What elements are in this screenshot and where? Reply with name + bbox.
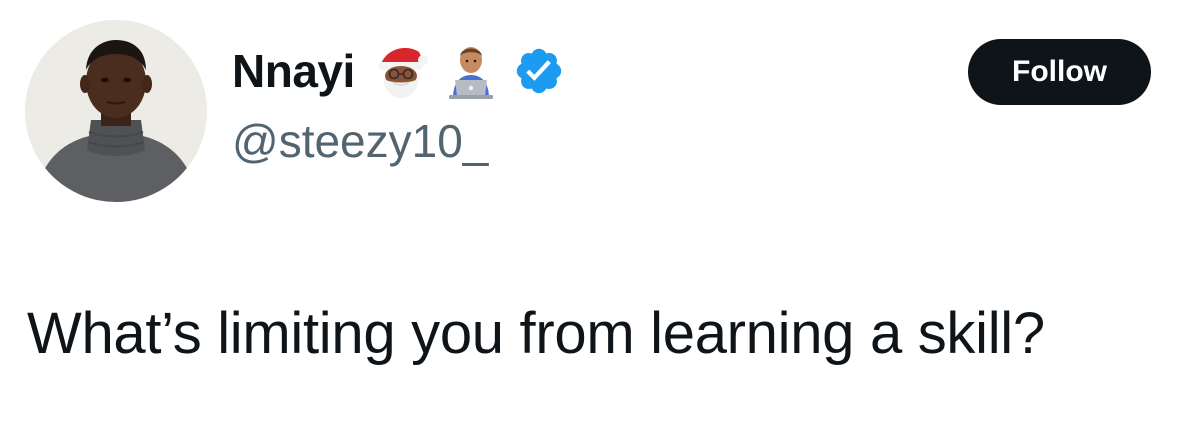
follow-button[interactable]: Follow <box>968 39 1151 105</box>
tweet-text: What’s limiting you from learning a skil… <box>27 301 1045 366</box>
technologist-emoji-icon <box>443 42 499 100</box>
display-name[interactable]: Nnayi <box>232 44 355 98</box>
avatar-photo <box>25 20 207 202</box>
santa-emoji-icon <box>373 42 429 100</box>
avatar[interactable] <box>25 20 207 202</box>
tweet-card: Nnayi @steezy10_ Follow What’s limiting … <box>0 0 1199 439</box>
author-handle[interactable]: @steezy10_ <box>232 114 488 168</box>
author-name-row: Nnayi <box>232 38 565 104</box>
verified-badge-icon[interactable] <box>513 45 565 97</box>
